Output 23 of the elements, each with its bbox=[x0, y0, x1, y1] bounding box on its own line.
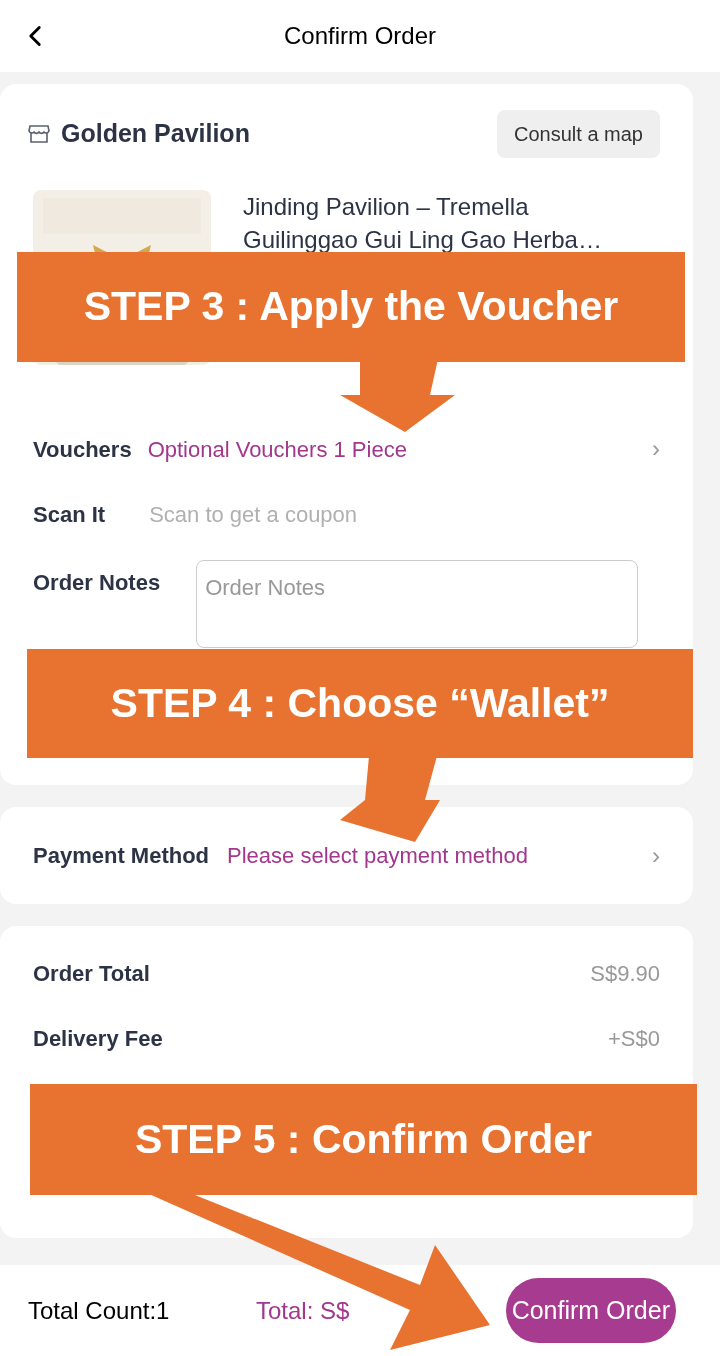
notes-label: Order Notes bbox=[33, 569, 161, 597]
summary-label: Order Total bbox=[33, 959, 150, 988]
vouchers-selector[interactable]: Optional Vouchers 1 Piece › bbox=[147, 431, 660, 467]
summary-label: Delivery Fee bbox=[33, 1024, 163, 1053]
scan-field[interactable]: Scan to get a coupon bbox=[149, 497, 660, 531]
summary-value: S$9.90 bbox=[590, 959, 660, 988]
confirm-order-button[interactable]: Confirm Order bbox=[505, 1278, 676, 1343]
notes-field[interactable]: Order Notes bbox=[196, 560, 639, 648]
store-icon bbox=[27, 122, 51, 146]
payment-selector[interactable]: Please select payment method › bbox=[227, 837, 660, 874]
consult-map-button[interactable]: Consult a map bbox=[497, 110, 660, 158]
summary-value: +S$0 bbox=[608, 1024, 660, 1053]
step-banner: STEP 3 : Apply the Voucher bbox=[17, 252, 685, 362]
store-name: Golden Pavilion bbox=[61, 118, 250, 150]
payment-label: Payment Method bbox=[33, 842, 210, 870]
step-banner: STEP 5 : Confirm Order bbox=[30, 1084, 697, 1195]
total-amount: Total: S$ bbox=[256, 1295, 350, 1326]
scan-label: Scan It bbox=[33, 500, 106, 529]
product-title: Jinding Pavilion – Tremella Guilinggao Gui Ling Gao Herba… bbox=[243, 192, 603, 255]
page-title: Confirm Order bbox=[284, 21, 436, 51]
vouchers-label: Vouchers bbox=[33, 435, 132, 464]
total-count: Total Count:1 bbox=[28, 1295, 171, 1326]
step-banner: STEP 4 : Choose “Wallet” bbox=[27, 649, 693, 758]
